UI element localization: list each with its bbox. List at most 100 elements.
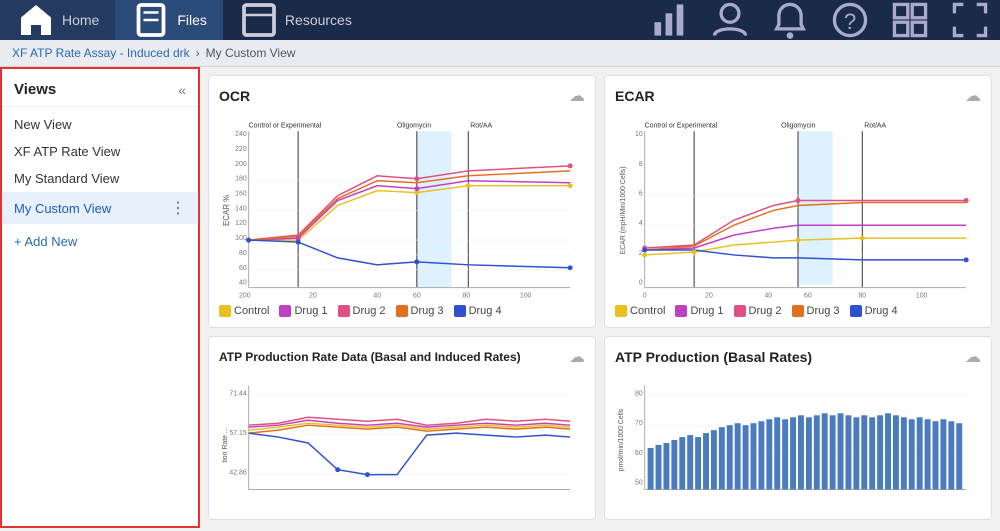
legend-drug3-color	[396, 305, 408, 317]
svg-text:8: 8	[639, 161, 643, 168]
nav-home-label: Home	[62, 12, 99, 28]
svg-text:Rot/AA: Rot/AA	[470, 122, 492, 129]
atp-basal-chart-title: ATP Production (Basal Rates)	[615, 349, 812, 365]
main-layout: Views « New View XF ATP Rate View My Sta…	[0, 67, 1000, 528]
svg-text:80: 80	[462, 292, 470, 299]
svg-text:80: 80	[858, 292, 866, 299]
content-grid: OCR ☁ ECAR % 240 220 200 180 160 140 120…	[200, 67, 1000, 528]
nav-user-btn[interactable]	[700, 0, 760, 40]
svg-text:220: 220	[235, 146, 247, 153]
ecar-chart-title: ECAR	[615, 88, 655, 104]
svg-text:Control or Experimental: Control or Experimental	[645, 122, 718, 129]
atp-basal-svg: 80 70 60 50 pmol/min/1000 Cells	[615, 371, 981, 509]
nav-help-btn[interactable]: ?	[820, 0, 880, 40]
svg-text:4: 4	[639, 220, 643, 227]
ecar-legend-drug3: Drug 3	[792, 305, 840, 317]
svg-text:160: 160	[235, 191, 247, 198]
svg-text:60: 60	[239, 265, 247, 272]
breadcrumb-sep: ›	[196, 46, 200, 60]
sidebar-item-new-view[interactable]: New View	[2, 111, 198, 138]
svg-text:6: 6	[639, 191, 643, 198]
svg-text:71.44: 71.44	[229, 390, 246, 397]
ocr-chart-card: OCR ☁ ECAR % 240 220 200 180 160 140 120…	[208, 75, 596, 328]
nav-home[interactable]: Home	[0, 0, 115, 40]
svg-text:80: 80	[239, 250, 247, 257]
expand-icon	[950, 0, 990, 40]
breadcrumb-parent[interactable]: XF ATP Rate Assay - Induced drk	[12, 46, 190, 60]
svg-text:140: 140	[235, 205, 247, 212]
svg-text:40: 40	[239, 280, 247, 287]
sidebar-add-new[interactable]: + Add New	[2, 228, 198, 255]
sidebar-title: Views	[14, 81, 56, 98]
svg-text:?: ?	[844, 9, 856, 34]
svg-text:20: 20	[309, 292, 317, 299]
nav-expand-btn[interactable]	[940, 0, 1000, 40]
bell-icon	[770, 0, 810, 40]
help-icon: ?	[830, 0, 870, 40]
svg-text:42.86: 42.86	[229, 470, 246, 477]
svg-text:70: 70	[635, 420, 643, 427]
sidebar-collapse-btn[interactable]: «	[178, 82, 186, 98]
svg-text:100: 100	[235, 235, 247, 242]
ecar-chart-header: ECAR ☁	[615, 86, 981, 106]
svg-text:ECAR (mpH/Min/1000 Cells): ECAR (mpH/Min/1000 Cells)	[620, 166, 627, 254]
ecar-svg: ECAR (mpH/Min/1000 Cells) 10 8 6 4 2 0	[615, 110, 981, 301]
ecar-legend-drug2: Drug 2	[734, 305, 782, 317]
svg-text:0: 0	[643, 292, 647, 299]
sidebar-item-standard-view[interactable]: My Standard View	[2, 165, 198, 192]
ecar-legend-drug4: Drug 4	[850, 305, 898, 317]
atp-basal-cloud-icon[interactable]: ☁	[965, 347, 981, 367]
breadcrumb: XF ATP Rate Assay - Induced drk › My Cus…	[0, 40, 1000, 67]
legend-control-color	[219, 305, 231, 317]
svg-text:0: 0	[247, 292, 251, 299]
resources-icon	[239, 0, 279, 40]
nav-files[interactable]: Files	[115, 0, 223, 40]
ocr-cloud-icon[interactable]: ☁	[569, 86, 585, 106]
ecar-legend-drug1: Drug 1	[675, 305, 723, 317]
svg-text:100: 100	[916, 292, 928, 299]
atp-rate-chart-area: 71.44 57.15 42.86 tion Rate ...	[219, 371, 585, 509]
sidebar-header: Views «	[2, 77, 198, 107]
nav-resources[interactable]: Resources	[223, 0, 368, 40]
ecar-chart-card: ECAR ☁ ECAR (mpH/Min/1000 Cells) 10 8 6 …	[604, 75, 992, 328]
legend-control: Control	[219, 305, 269, 317]
atp-rate-cloud-icon[interactable]: ☁	[569, 347, 585, 367]
ocr-chart-area: ECAR % 240 220 200 180 160 140 120 100 8…	[219, 110, 585, 301]
svg-text:10: 10	[635, 131, 643, 138]
svg-text:50: 50	[635, 479, 643, 486]
svg-text:0: 0	[639, 280, 643, 287]
svg-text:40: 40	[373, 292, 381, 299]
legend-drug3: Drug 3	[396, 305, 444, 317]
svg-text:80: 80	[635, 390, 643, 397]
svg-text:120: 120	[235, 220, 247, 227]
sidebar-item-custom-view[interactable]: My Custom View ⋮	[2, 192, 198, 224]
svg-text:Oligomycin: Oligomycin	[397, 122, 431, 129]
nav-grid-btn[interactable]	[880, 0, 940, 40]
ecar-chart-area: ECAR (mpH/Min/1000 Cells) 10 8 6 4 2 0	[615, 110, 981, 301]
legend-drug2-color	[338, 305, 350, 317]
atp-rate-svg: 71.44 57.15 42.86 tion Rate ...	[219, 371, 585, 509]
legend-drug4: Drug 4	[454, 305, 502, 317]
legend-drug4-color	[454, 305, 466, 317]
atp-basal-chart-card: ATP Production (Basal Rates) ☁ 80 70 60 …	[604, 336, 992, 520]
user-icon	[710, 0, 750, 40]
ocr-svg: ECAR % 240 220 200 180 160 140 120 100 8…	[219, 110, 585, 301]
atp-rate-chart-card: ATP Production Rate Data (Basal and Indu…	[208, 336, 596, 520]
svg-text:20: 20	[705, 292, 713, 299]
svg-text:2: 2	[639, 250, 643, 257]
nav-notification-btn[interactable]	[760, 0, 820, 40]
svg-text:57.15: 57.15	[229, 430, 246, 437]
ecar-cloud-icon[interactable]: ☁	[965, 86, 981, 106]
sidebar-item-atp-rate-view[interactable]: XF ATP Rate View	[2, 138, 198, 165]
three-dots-icon[interactable]: ⋮	[170, 198, 186, 218]
svg-text:200: 200	[235, 161, 247, 168]
svg-text:60: 60	[413, 292, 421, 299]
breadcrumb-current: My Custom View	[206, 46, 296, 60]
ocr-chart-header: OCR ☁	[219, 86, 585, 106]
atp-rate-chart-title: ATP Production Rate Data (Basal and Indu…	[219, 350, 521, 364]
svg-text:Control or Experimental: Control or Experimental	[249, 122, 322, 129]
nav-chart-icon-btn[interactable]	[640, 0, 700, 40]
svg-text:20: 20	[239, 292, 247, 299]
atp-basal-chart-header: ATP Production (Basal Rates) ☁	[615, 347, 981, 367]
grid-icon	[890, 0, 930, 40]
